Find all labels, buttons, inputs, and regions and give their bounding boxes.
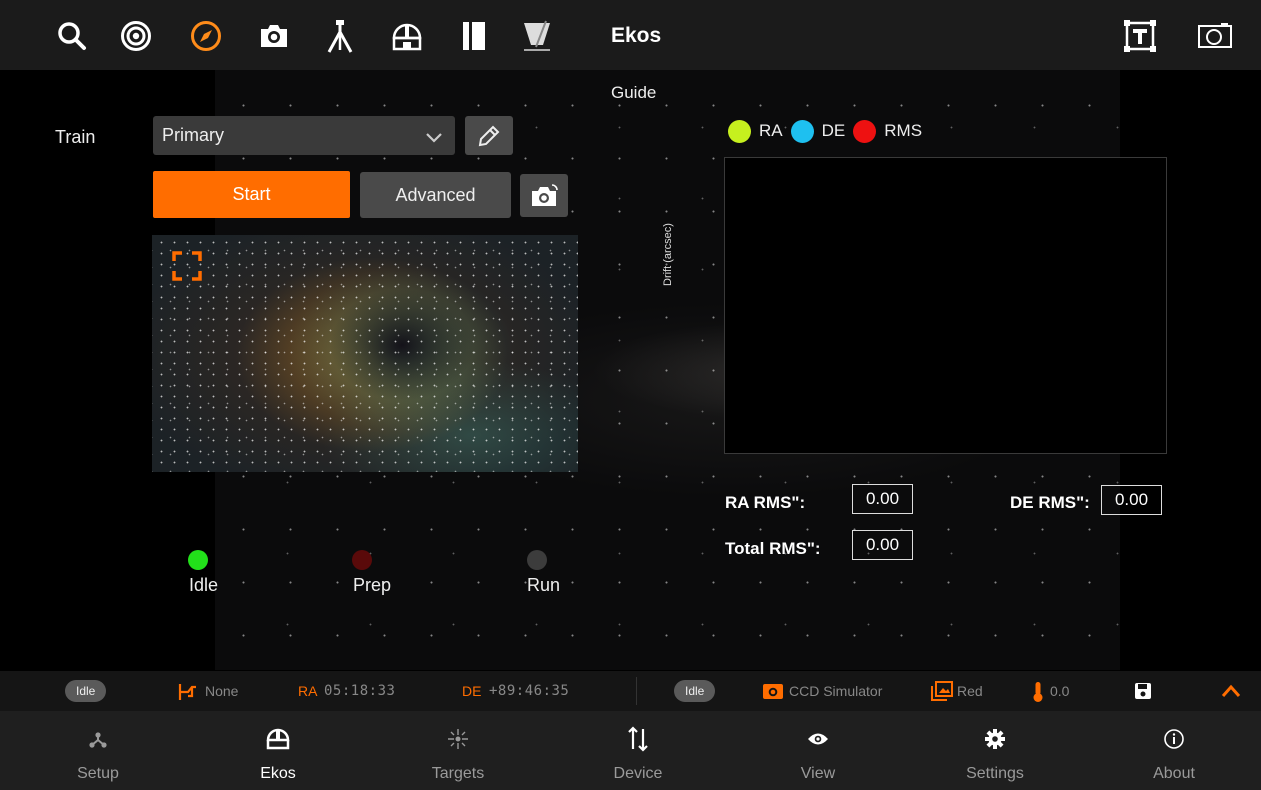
state-idle-label: Idle	[189, 575, 219, 595]
legend-de-label: DE	[821, 121, 846, 140]
nav-device-label: Device	[613, 765, 663, 782]
nav-about[interactable]: About	[1084, 711, 1261, 790]
temperature-value: 0.0	[1050, 683, 1070, 699]
setup-icon	[8, 727, 188, 751]
train-select[interactable]: Primary	[153, 116, 455, 155]
dome-icon[interactable]	[387, 14, 427, 58]
graph-legend: RA DE RMS	[728, 118, 930, 144]
status-bar: Idle None RA 05:18:33 DE +89:46:35 Idle …	[0, 671, 1261, 711]
filter-name: Red	[957, 683, 983, 699]
nav-view-label: View	[800, 765, 836, 782]
search-icon[interactable]	[52, 14, 92, 58]
target-icon[interactable]	[116, 14, 156, 58]
app-title: Ekos	[611, 24, 662, 47]
ra-label: RA	[298, 683, 318, 699]
start-button[interactable]: Start	[153, 171, 350, 218]
state-run-indicator	[527, 550, 547, 570]
ekos-icon	[188, 727, 368, 751]
total-rms-value: 0.00	[852, 530, 913, 560]
filter-icon	[931, 681, 953, 701]
nav-targets[interactable]: Targets	[368, 711, 548, 790]
nav-targets-label: Targets	[431, 765, 485, 782]
legend-ra: RA	[728, 119, 783, 143]
pencil-icon	[478, 125, 500, 146]
legend-rms-swatch	[853, 119, 877, 143]
legend-de: DE	[790, 119, 846, 143]
camera-small-icon	[763, 684, 783, 699]
de-rms-value: 0.00	[1101, 485, 1162, 515]
advanced-button-label: Advanced	[395, 184, 476, 205]
de-rms-label: DE RMS":	[1010, 493, 1090, 512]
nav-setup[interactable]: Setup	[8, 711, 188, 790]
tripod-icon[interactable]	[320, 14, 360, 58]
gear-icon	[905, 727, 1085, 751]
screenshot-icon[interactable]	[1195, 14, 1235, 58]
nav-view[interactable]: View	[728, 711, 908, 790]
nav-ekos-label: Ekos	[260, 765, 296, 782]
nav-settings[interactable]: Settings	[905, 711, 1085, 790]
save-icon[interactable]	[1134, 682, 1152, 700]
preview-stars	[152, 235, 578, 472]
ra-rms-value: 0.00	[852, 484, 913, 514]
state-prep-label: Prep	[353, 575, 392, 595]
nav-ekos[interactable]: Ekos	[188, 711, 368, 790]
legend-de-swatch	[790, 119, 814, 143]
de-value: +89:46:35	[489, 683, 570, 699]
state-idle-indicator	[188, 550, 208, 570]
fullscreen-icon[interactable]	[172, 251, 202, 281]
mount-status-badge: Idle	[65, 680, 107, 702]
camera-rotate-icon	[532, 183, 558, 206]
device-icon	[548, 726, 728, 752]
module-title: Guide	[611, 83, 657, 102]
legend-rms-label: RMS	[884, 121, 923, 140]
train-label: Train	[55, 127, 96, 147]
camera-name: CCD Simulator	[789, 683, 883, 699]
state-run-label: Run	[527, 575, 561, 595]
eye-icon	[728, 727, 908, 751]
top-toolbar: Ekos	[0, 0, 1261, 70]
thermometer-icon	[1033, 682, 1043, 702]
legend-rms: RMS	[853, 119, 923, 143]
state-prep-indicator	[352, 550, 372, 570]
de-label: DE	[462, 683, 482, 699]
legend-ra-label: RA	[759, 121, 783, 140]
edit-train-button[interactable]	[465, 116, 513, 155]
nav-device[interactable]: Device	[548, 711, 728, 790]
train-select-value: Primary	[162, 125, 224, 145]
text-frame-icon[interactable]	[1120, 14, 1160, 58]
nav-settings-label: Settings	[966, 765, 1024, 782]
advanced-button[interactable]: Advanced	[360, 172, 511, 218]
status-divider	[636, 677, 637, 705]
legend-ra-swatch	[728, 119, 751, 143]
targets-icon	[368, 727, 548, 751]
dust-cap-icon[interactable]	[517, 14, 557, 58]
flat-panel-icon[interactable]	[454, 14, 494, 58]
camera-icon[interactable]	[254, 14, 294, 58]
camera-status-badge: Idle	[674, 680, 716, 702]
pier-side-icon	[178, 684, 196, 700]
ra-rms-label: RA RMS":	[725, 493, 806, 512]
chevron-down-icon	[425, 128, 443, 149]
bottom-navigation: Setup Ekos Targets Device View Settings …	[0, 711, 1261, 790]
total-rms-label: Total RMS":	[725, 539, 821, 558]
compass-icon[interactable]	[186, 14, 226, 58]
info-icon	[1084, 727, 1261, 751]
ra-value: 05:18:33	[324, 683, 396, 699]
capture-button[interactable]	[520, 174, 568, 217]
nav-setup-label: Setup	[77, 765, 119, 782]
guide-preview-image[interactable]	[152, 235, 578, 472]
drift-axis-label: Drift (arcsec)	[662, 223, 674, 286]
pier-side-value: None	[205, 683, 239, 699]
drift-graph[interactable]	[724, 157, 1167, 454]
chevron-up-icon[interactable]	[1220, 683, 1242, 699]
nav-about-label: About	[1153, 765, 1195, 782]
